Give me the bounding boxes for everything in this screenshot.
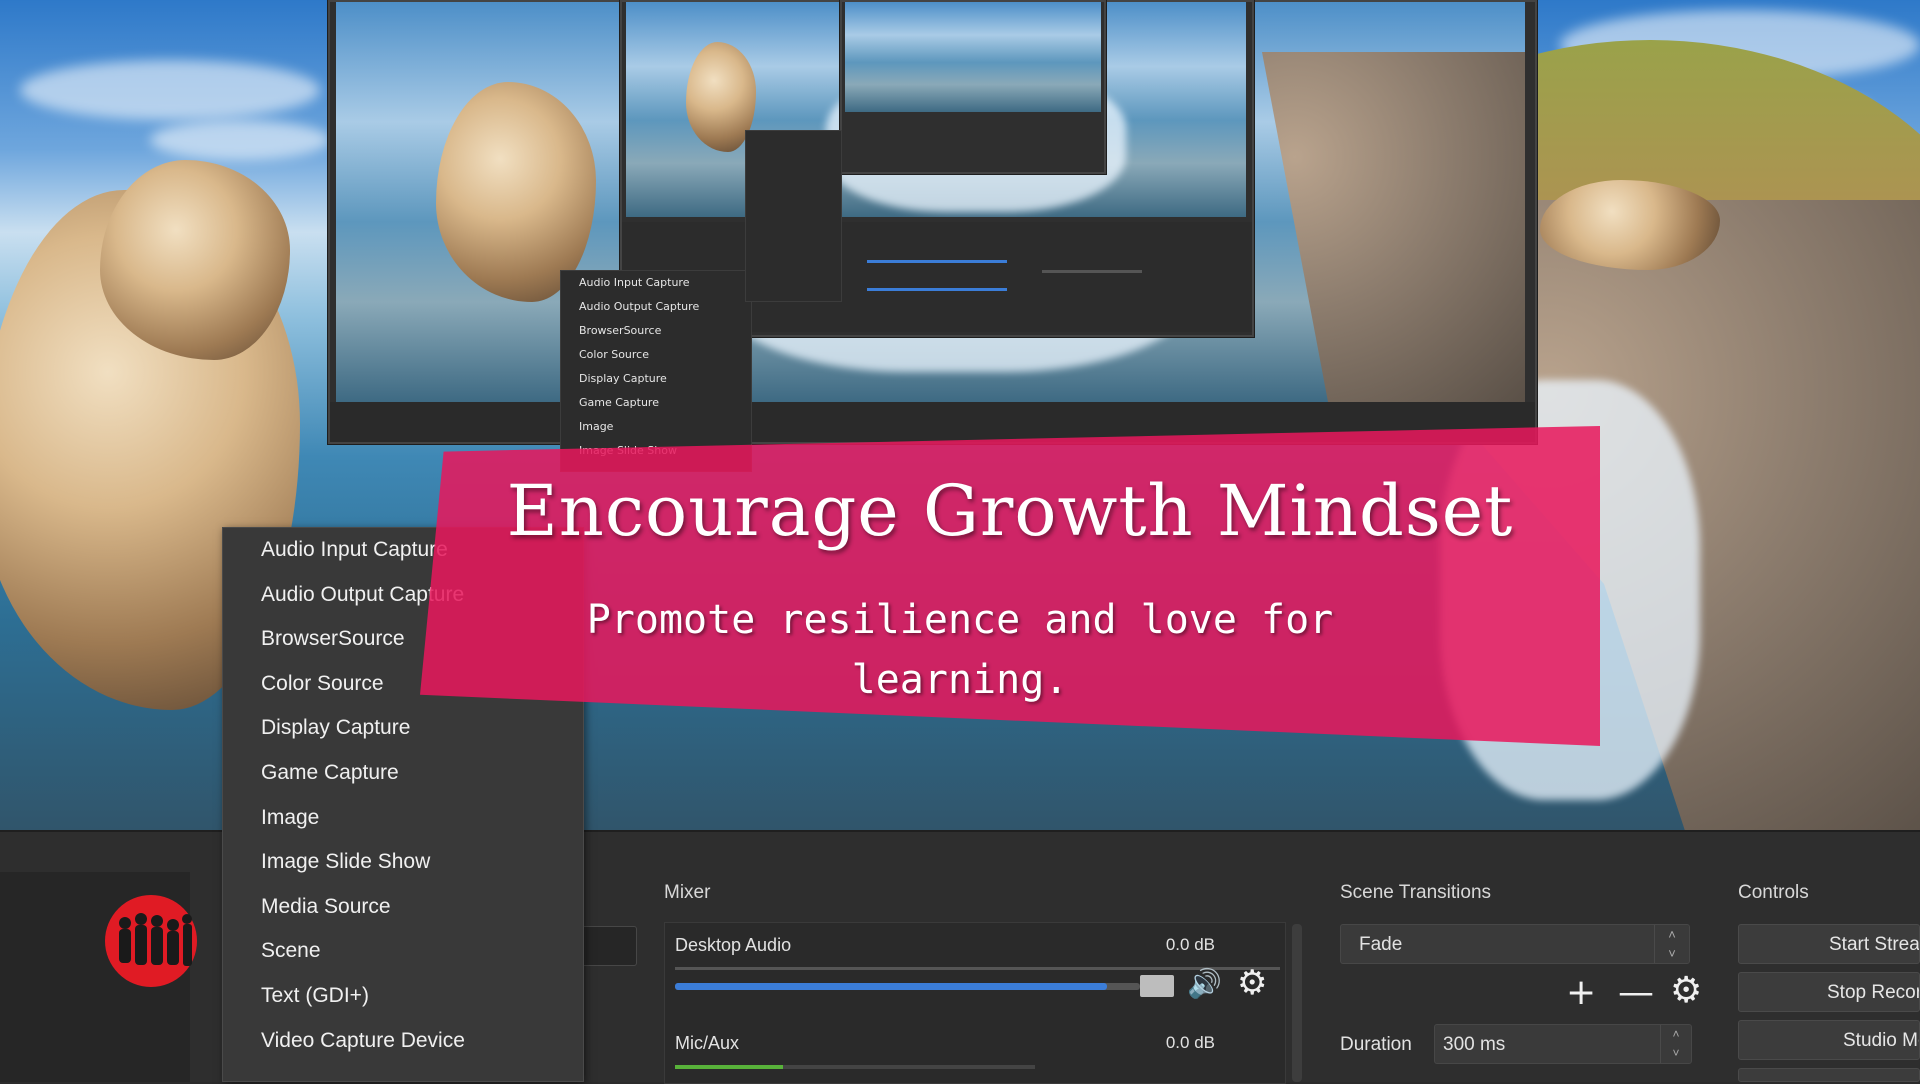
menu-item-image[interactable]: Image [223, 796, 583, 841]
volume-meter [675, 1065, 1035, 1069]
mixer-scrollbar[interactable] [1292, 924, 1302, 1082]
chevron-updown-icon[interactable]: ˄ ˅ [1654, 925, 1689, 963]
nested-menu-item: Color Source [579, 348, 649, 361]
add-icon[interactable]: + [1566, 972, 1596, 1013]
banner-subtitle: Promote resilience and love for learning… [586, 597, 1334, 703]
mixer-channel-db: 0.0 dB [1165, 1033, 1215, 1052]
transition-select[interactable]: Fade ˄ ˅ [1340, 924, 1690, 964]
nested-preview-3 [845, 2, 1101, 112]
mini-slider [867, 288, 1007, 291]
nested-source-menu-2 [745, 130, 842, 302]
rock [436, 82, 596, 302]
transition-select-value: Fade [1359, 934, 1403, 955]
group-people-logo [105, 895, 197, 987]
mixer-panel: Desktop Audio 0.0 dB 🔊 ⚙ Mic/Aux 0.0 dB [664, 922, 1286, 1084]
duration-value: 300 ms [1443, 1034, 1506, 1055]
gear-icon[interactable]: ⚙ [1670, 970, 1702, 1011]
remove-icon[interactable]: — [1618, 972, 1654, 1013]
mixer-channel-db: 0.0 dB [1165, 935, 1215, 954]
button-label: Stop Recording [1827, 982, 1919, 1003]
nested-source-menu: Audio Input Capture Audio Output Capture… [560, 270, 752, 472]
rock [1540, 180, 1720, 270]
nested-menu-item: Game Capture [579, 396, 659, 409]
banner-title: Encourage Growth Mindset [506, 470, 1514, 552]
volume-meter-fill [675, 1065, 783, 1069]
menu-item-media-source[interactable]: Media Source [223, 885, 583, 930]
start-streaming-button[interactable]: Start Streaming [1738, 924, 1920, 964]
sources-list[interactable] [580, 926, 637, 966]
nested-menu-item: Display Capture [579, 372, 667, 385]
studio-mode-button[interactable]: Studio Mode [1738, 1020, 1920, 1060]
spinner-icon[interactable]: ˄ ˅ [1660, 1025, 1691, 1063]
button-label: Studio Mode [1843, 1030, 1919, 1051]
mini-slider [867, 260, 1007, 263]
mini-slider [1042, 270, 1142, 273]
volume-slider-track[interactable] [675, 983, 1140, 990]
nested-menu-item: BrowserSource [579, 324, 662, 337]
scene-transitions-title: Scene Transitions [1340, 882, 1492, 903]
duration-input[interactable]: 300 ms ˄ ˅ [1434, 1024, 1692, 1064]
cloud [20, 60, 320, 120]
volume-slider-handle[interactable] [1140, 975, 1174, 997]
volume-slider-fill [675, 983, 1108, 990]
cloud [150, 120, 330, 160]
menu-item-scene[interactable]: Scene [223, 929, 583, 974]
menu-item-image-slide-show[interactable]: Image Slide Show [223, 840, 583, 885]
mixer-channel-name: Desktop Audio [675, 935, 792, 955]
nested-obs-window-3 [840, 0, 1106, 174]
menu-item-game-capture[interactable]: Game Capture [223, 751, 583, 796]
stop-recording-button[interactable]: Stop Recording [1738, 972, 1920, 1012]
menu-item-video-capture-device[interactable]: Video Capture Device [223, 1019, 583, 1064]
button-label: Start Streaming [1829, 934, 1920, 955]
mixer-title: Mixer [664, 882, 711, 903]
nested-menu-item: Audio Input Capture [579, 276, 690, 289]
gear-icon[interactable]: ⚙ [1237, 963, 1267, 1003]
rock [100, 160, 290, 360]
menu-item-text-gdi[interactable]: Text (GDI+) [223, 974, 583, 1019]
menu-item-display-capture[interactable]: Display Capture [223, 706, 583, 751]
controls-title: Controls [1738, 882, 1809, 903]
duration-label: Duration [1340, 1034, 1412, 1055]
mixer-channel-name: Mic/Aux [675, 1033, 740, 1053]
speaker-icon[interactable]: 🔊 [1187, 967, 1222, 1000]
nested-menu-item: Audio Output Capture [579, 300, 700, 313]
nested-menu-item: Image [579, 420, 614, 433]
